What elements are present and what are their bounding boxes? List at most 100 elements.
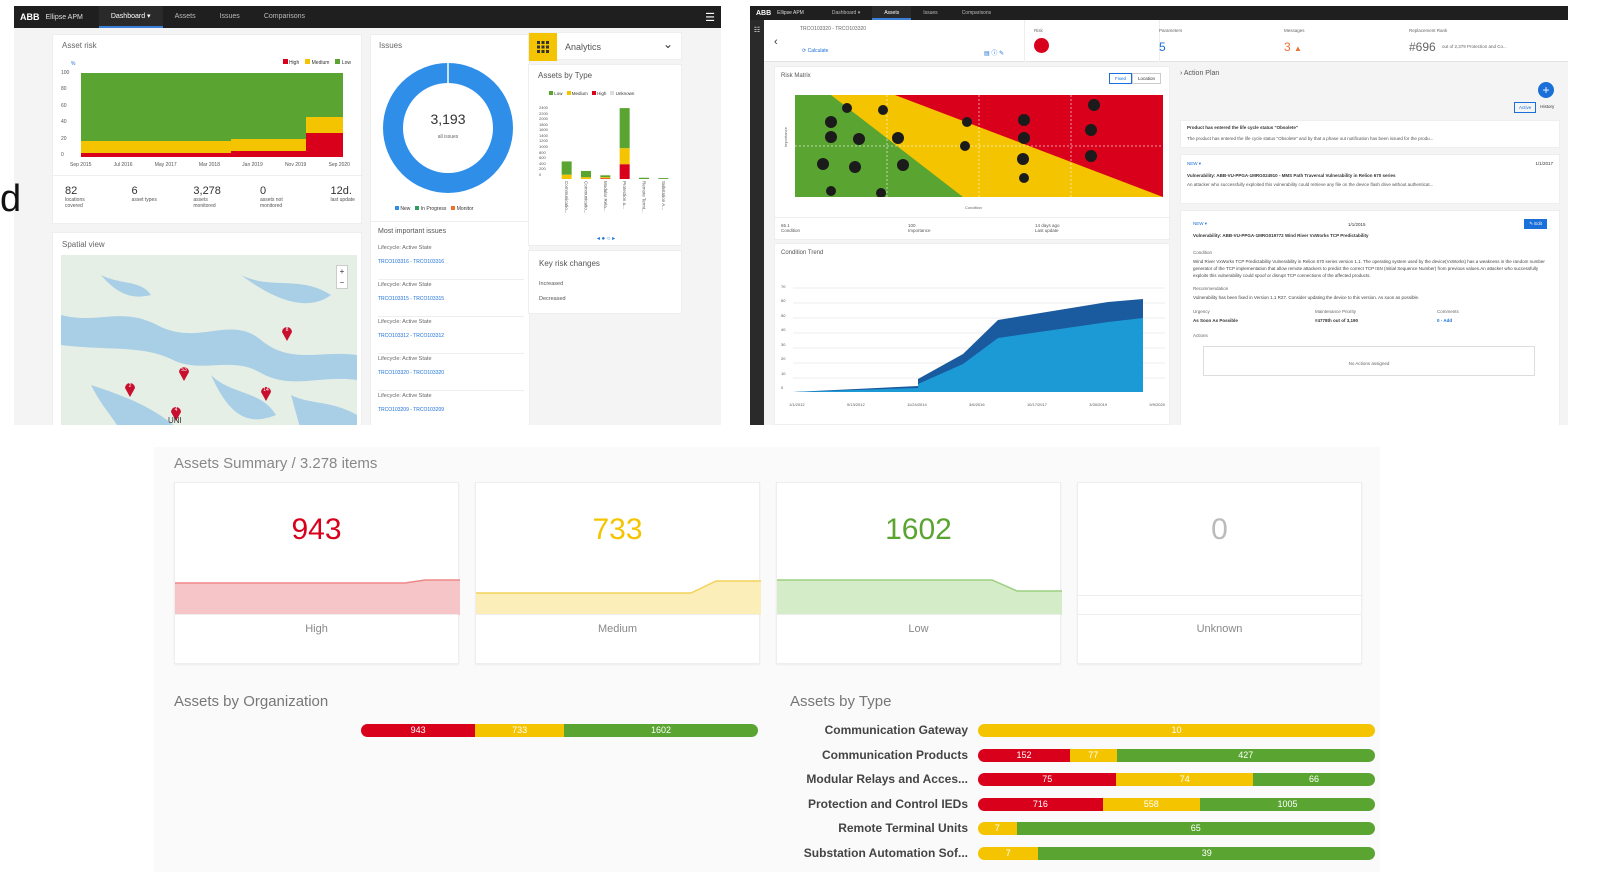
fixed-toggle[interactable]: Fixed: [1108, 73, 1132, 84]
unknown-label: Unknown: [1196, 623, 1243, 635]
medium-segment[interactable]: 74: [1116, 773, 1254, 787]
issue-item[interactable]: Lifecycle: Active State TRCO103315 - TRCO…: [378, 280, 524, 317]
tab-assets[interactable]: Assets: [872, 6, 912, 20]
low-segment[interactable]: 1602: [563, 724, 758, 737]
bar-segment: [619, 164, 630, 179]
side-rail: ☷: [750, 20, 764, 425]
key-risk-title: Key risk changes: [539, 259, 600, 268]
issue-item[interactable]: Lifecycle: Active State TRCO103320 - TRCO…: [378, 354, 524, 391]
summary-card-low[interactable]: 1602 Low: [776, 482, 1062, 664]
unknown-count: 0: [1211, 513, 1228, 546]
condition-trend-chart: [793, 287, 1165, 392]
asset-risk-title: Asset risk: [62, 41, 97, 50]
low-segment[interactable]: 39: [1038, 847, 1375, 860]
key-risk-increased[interactable]: Increased: [539, 281, 563, 287]
back-arrow-icon[interactable]: ‹: [774, 36, 778, 48]
tab-assets[interactable]: Assets: [163, 6, 208, 28]
document-icon[interactable]: ▤: [984, 51, 990, 57]
risk-mini-stats: 65.1 Condition 100 Importance 14 days ago L…: [781, 223, 1060, 233]
high-segment[interactable]: 943: [361, 724, 476, 737]
organization-stacked-bar[interactable]: 943 733 1602: [361, 724, 758, 737]
map-pin[interactable]: 53: [178, 365, 190, 386]
carousel-pager[interactable]: ◂ ● ○ ▸: [529, 235, 683, 242]
calculate-button[interactable]: ⟳ Calculate: [802, 48, 828, 54]
issue-item[interactable]: Lifecycle: Active State TRCO103209 - TRCO…: [378, 391, 524, 425]
action-plan-header[interactable]: › Action Plan: [1180, 70, 1219, 77]
assets-summary-panel: Assets Summary / 3.278 items 943 High 73…: [154, 447, 1380, 872]
info-icon[interactable]: ⓘ: [991, 51, 997, 57]
medium-segment[interactable]: 77: [1069, 748, 1117, 762]
low-segment[interactable]: 66: [1253, 773, 1375, 787]
medium-segment[interactable]: 558: [1102, 797, 1200, 811]
high-segment[interactable]: 75: [978, 773, 1117, 787]
stat-last-update: 12d. last update: [330, 185, 355, 203]
left-navbar: ABB Ellipse APM Dashboard ▾ Assets Issue…: [14, 6, 721, 28]
analytics-header[interactable]: Analytics ⌄: [528, 32, 682, 61]
comments-link[interactable]: 0 - Add: [1437, 318, 1452, 323]
medium-segment[interactable]: 7: [978, 822, 1017, 836]
edit-button[interactable]: ✎ Edit: [1524, 219, 1547, 229]
assets-by-type-bar-chart: [561, 108, 669, 179]
tab-issues[interactable]: Issues: [208, 6, 252, 28]
zoom-in-button[interactable]: +: [337, 266, 347, 277]
right-navbar: ABB Ellipse APM Dashboard ▾ Assets Issue…: [750, 6, 1568, 20]
assets-by-organization-title: Assets by Organization: [174, 693, 329, 710]
bar-segment: [600, 177, 611, 179]
chevron-down-icon[interactable]: ⌄: [663, 37, 673, 51]
zoom-out-button[interactable]: −: [337, 277, 347, 288]
type-stacked-bar[interactable]: 7 65: [978, 822, 1375, 836]
asset-id: TRCO103320 - TRCO103320: [800, 26, 867, 32]
bar-segment: [561, 174, 572, 179]
high-segment[interactable]: 152: [978, 748, 1070, 762]
trend-yticks: 70 60 50 40 30 20 10 0: [781, 284, 786, 390]
list-icon[interactable]: ☷: [750, 26, 764, 34]
tab-comparisons[interactable]: Comparisons: [252, 6, 317, 28]
map-pin[interactable]: 8: [281, 325, 293, 346]
tab-active[interactable]: Active: [1514, 102, 1537, 113]
high-segment[interactable]: 716: [978, 797, 1103, 811]
medium-segment[interactable]: 7: [978, 847, 1039, 860]
type-stacked-bar[interactable]: 7 39: [978, 847, 1375, 860]
low-segment[interactable]: 427: [1116, 748, 1375, 762]
tab-issues[interactable]: Issues: [911, 6, 949, 20]
map-pin[interactable]: 14: [260, 385, 272, 406]
summary-card-unknown[interactable]: 0 Unknown: [1077, 482, 1363, 664]
key-risk-decreased[interactable]: Decreased: [539, 296, 566, 302]
abb-logo: ABB: [756, 9, 772, 17]
kpi-parameters-value: 5: [1159, 40, 1166, 54]
tab-dashboard[interactable]: Dashboard ▾: [98, 6, 163, 28]
hamburger-menu-icon[interactable]: ☰: [705, 11, 715, 24]
type-stacked-bar[interactable]: 10: [978, 724, 1375, 737]
low-segment[interactable]: 65: [1016, 822, 1375, 836]
low-segment[interactable]: 1005: [1199, 797, 1375, 811]
map[interactable]: [61, 255, 357, 425]
add-button[interactable]: +: [1538, 82, 1554, 98]
issues-donut-chart: [383, 63, 513, 193]
location-toggle[interactable]: Location: [1131, 73, 1161, 84]
tab-comparisons[interactable]: Comparisons: [950, 6, 1003, 20]
map-pin[interactable]: 2: [124, 381, 136, 402]
message-card-expanded[interactable]: NEW ▾ 1/1/2015 ✎ Edit Vulnerability: ABB-V…: [1180, 210, 1560, 425]
assets-by-type-card: Assets by Type Low Medium High Unknown 2…: [528, 64, 682, 246]
bar-segment: [581, 170, 591, 178]
type-stacked-bar[interactable]: 152 77 427: [978, 748, 1375, 762]
asset-action-icons: ▤ ⓘ ✎: [984, 48, 1004, 57]
medium-segment[interactable]: 733: [475, 724, 564, 737]
tab-dashboard[interactable]: Dashboard ▾: [820, 6, 872, 20]
message-card[interactable]: NEW ▾ 1/1/2017 Vulnerability: ABB-VU-PPGA…: [1180, 154, 1560, 204]
summary-card-medium[interactable]: 733 Medium: [475, 482, 761, 664]
type-stacked-bar[interactable]: 75 74 66: [978, 773, 1375, 787]
grid-icon[interactable]: [529, 33, 557, 61]
abt-xticks: Communicatio... Communicatio... Modular Re…: [564, 181, 666, 214]
edit-icon[interactable]: ✎: [999, 51, 1004, 57]
type-stacked-bar[interactable]: 716 558 1005: [978, 797, 1375, 811]
issue-item[interactable]: Lifecycle: Active State TRCO103316 - TRCO…: [378, 243, 524, 280]
message-card[interactable]: Product has entered the life cycle statu…: [1180, 120, 1560, 148]
high-count: 943: [291, 513, 342, 546]
medium-label: Medium: [597, 623, 638, 635]
summary-card-high[interactable]: 943 High: [174, 482, 460, 664]
tab-history[interactable]: History: [1536, 102, 1558, 113]
issue-item[interactable]: Lifecycle: Active State TRCO103312 - TRCO…: [378, 317, 524, 354]
medium-segment[interactable]: 10: [978, 724, 1375, 737]
bar-segment: [658, 178, 669, 179]
